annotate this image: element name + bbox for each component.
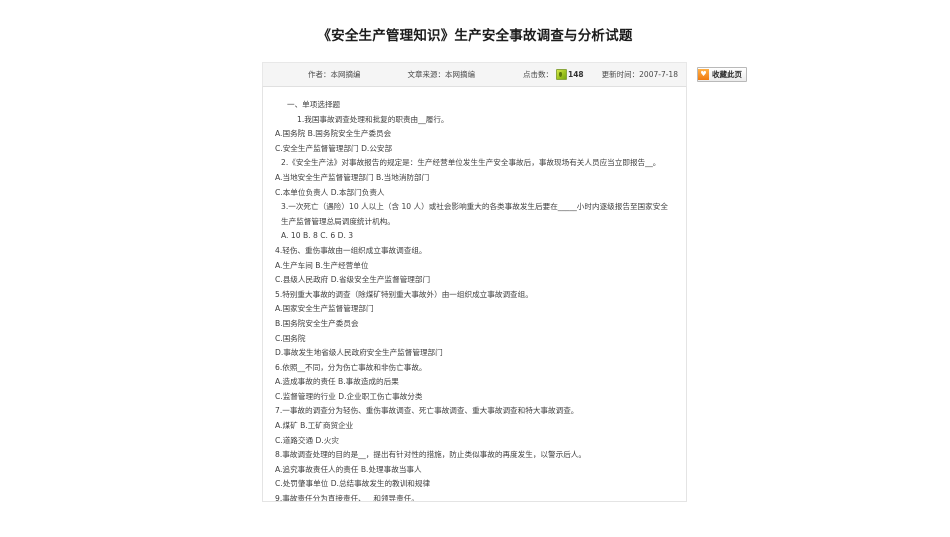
hits-label: 点击数： <box>523 69 553 79</box>
article-line: B.国务院安全生产委员会 <box>275 318 359 328</box>
article-line: 8.事故调查处理的目的是__，提出有针对性的措施，防止类似事故的再度发生，以警示… <box>275 450 586 460</box>
article-line: A. 10 B. 8 C. 6 D. 3 <box>281 231 354 241</box>
article-line: C.国务院 <box>275 333 306 343</box>
article-line: A.生产车间 B.生产经营单位 <box>275 260 369 270</box>
article-line: C.县级人民政府 D.省级安全生产监督管理部门 <box>275 275 431 285</box>
article-line: A.国家安全生产监督管理部门 <box>275 304 374 314</box>
hits-count: 148 <box>568 69 584 79</box>
article-line: 3.一次死亡（遇险）10 人以上（含 10 人）或社会影响重大的各类事故发生后要… <box>281 202 668 226</box>
article-line: 4.轻伤、重伤事故由一组织成立事故调查组。 <box>275 245 427 255</box>
article-line: A.煤矿 B.工矿商贸企业 <box>275 421 354 431</box>
article-body: 一、单项选择题 1.我国事故调查处理和批复的职责由__履行。 A.国务院 B.国务院… <box>263 88 686 501</box>
article-line: A.当地安全生产监督管理部门 B.当地消防部门 <box>275 172 430 182</box>
favorite-star-icon: ♥ <box>697 69 709 80</box>
article-updated-time: 更新时间：2007-7-18 <box>601 69 678 79</box>
hits-green-icon <box>556 69 567 80</box>
article-line: 一、单项选择题 <box>287 100 341 109</box>
article-line: 6.依照__不同，分为伤亡事故和非伤亡事故。 <box>275 362 427 372</box>
article-line: A.追究事故责任人的责任 B.处理事故当事人 <box>275 464 422 474</box>
article-line: 2.《安全生产法》对事故报告的规定是：生产经营单位发生生产安全事故后，事故现场有… <box>281 158 661 168</box>
favorite-page-label: 收藏此页 <box>711 70 742 79</box>
article-line: C.道路交通 D.火灾 <box>275 435 339 445</box>
article-line: C.安全生产监督管理部门 D.公安部 <box>275 143 393 153</box>
article-hits: 点击数： 148 <box>523 69 584 80</box>
article-line: A.造成事故的责任 B.事故造成的后果 <box>275 377 399 387</box>
article-line: 7.一事故的调查分为轻伤、重伤事故调查、死亡事故调查、重大事故调查和特大事故调查… <box>275 406 579 416</box>
article-author: 作者：本网摘编 <box>308 69 361 79</box>
article-line: C.处罚肇事单位 D.总结事故发生的教训和规律 <box>275 479 431 489</box>
article-line: A.国务院 B.国务院安全生产委员会 <box>275 129 392 139</box>
article-meta-bar: 作者：本网摘编 文章来源：本网摘编 点击数： 148 更新时间：2007-7-1… <box>262 62 747 87</box>
page-title: 《安全生产管理知识》生产安全事故调查与分析试题 <box>317 28 633 44</box>
article-line: 5.特别重大事故的调查（除煤矿特别重大事故外）由一组织成立事故调查组。 <box>275 289 533 299</box>
article-line: D.事故发生地省级人民政府安全生产监督管理部门 <box>275 348 443 358</box>
article-line: 9.事故责任分为直接责任、__和领导责任。 <box>275 494 419 501</box>
article-line: C.监督管理的行业 D.企业职工伤亡事故分类 <box>275 391 423 401</box>
article-line: C.本单位负责人 D.本部门负责人 <box>275 187 385 197</box>
article-source: 文章来源：本网摘编 <box>407 69 476 79</box>
favorite-page-button[interactable]: ♥ 收藏此页 <box>696 67 747 82</box>
article-line: 1.我国事故调查处理和批复的职责由__履行。 <box>297 114 449 124</box>
